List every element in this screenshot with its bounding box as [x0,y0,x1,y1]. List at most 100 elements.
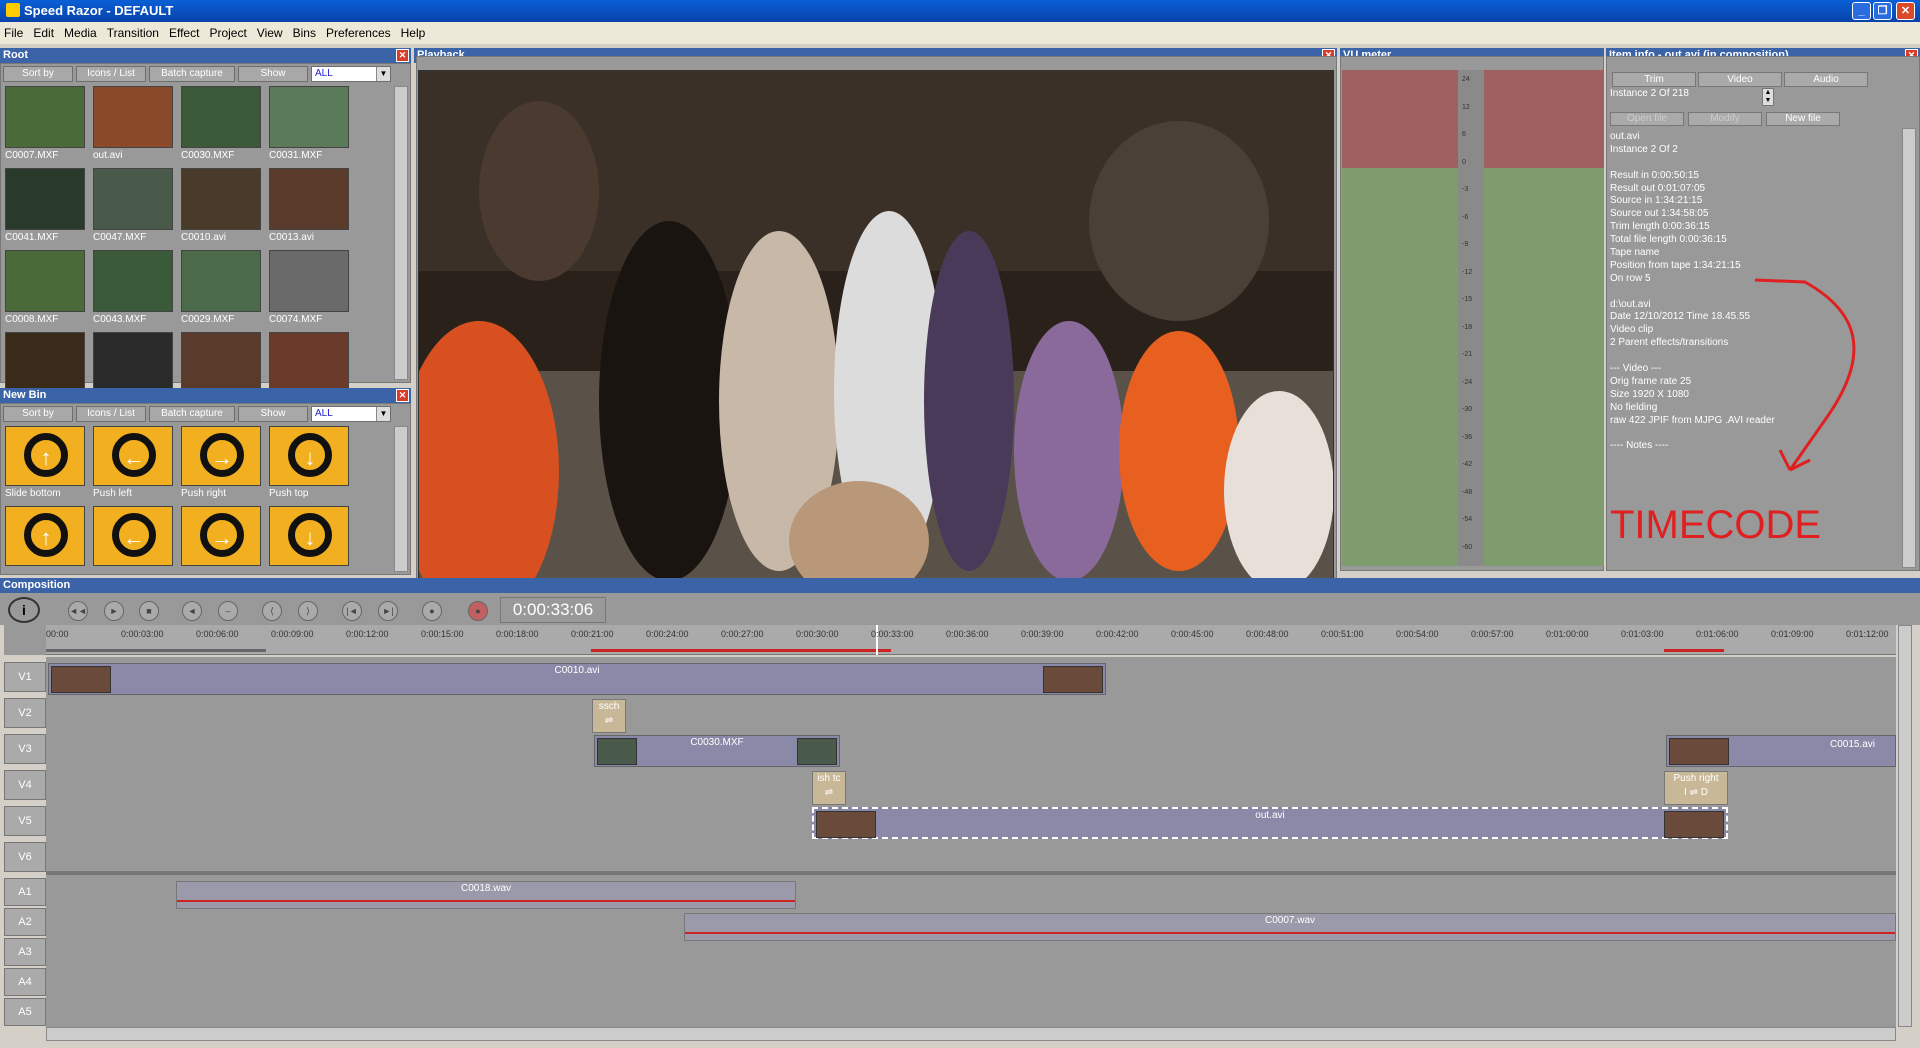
new-bin-scrollbar[interactable] [394,426,408,572]
rewind-icon[interactable]: ◄◄ [68,601,88,621]
transition-item[interactable]: ↑ Slide bottom [5,426,85,504]
bin-item[interactable]: C0029.MXF [181,250,261,330]
new-file-button[interactable]: New file [1766,112,1840,126]
transition-item[interactable]: → Push right [181,426,261,504]
menu-help[interactable]: Help [401,26,426,40]
open-file-button[interactable]: Open file [1610,112,1684,126]
newbin-icons-list-button[interactable]: Icons / List [76,406,146,422]
transition-item[interactable]: ← [93,506,173,584]
vu-tick: 12 [1462,103,1470,111]
new-bin-close-icon[interactable]: ✕ [396,389,409,402]
root-batch-capture-button[interactable]: Batch capture [149,66,235,82]
instance-spinner[interactable]: ▲ ▼ [1762,88,1774,106]
bin-item[interactable]: C0013.avi [269,168,349,248]
menu-media[interactable]: Media [64,26,97,40]
prev-frame-icon[interactable]: ◄ [182,601,202,621]
track-label-v4[interactable]: V4 [4,770,46,800]
transition-item[interactable]: ↓ Push top [269,426,349,504]
record-icon[interactable]: ● [468,601,488,621]
bin-item[interactable]: C0074.MXF [269,250,349,330]
bin-item[interactable]: C0010.avi [181,168,261,248]
go-end-icon[interactable]: ►| [378,601,398,621]
bin-item[interactable]: out.avi [93,86,173,166]
bin-item[interactable]: C0008.MXF [5,250,85,330]
bin-item[interactable]: C0030.MXF [181,86,261,166]
track-label-a4[interactable]: A4 [4,968,46,996]
close-button[interactable]: ✕ [1896,2,1915,20]
root-show-button[interactable]: Show [238,66,308,82]
menu-project[interactable]: Project [209,26,246,40]
transition-push-top[interactable]: ish tc ⇌ [812,771,846,805]
menu-preferences[interactable]: Preferences [326,26,391,40]
clip-c0030[interactable]: C0030.MXF [594,735,840,767]
info-line: Result out 0:01:07:05 [1610,182,1706,194]
play-icon[interactable]: ► [104,601,124,621]
ruler-tick-label: 0:00:15:00 [421,629,464,639]
clip-c0015[interactable]: C0015.avi [1666,735,1896,767]
stop-icon[interactable]: ■ [139,601,159,621]
transition-item[interactable]: ← Push left [93,426,173,504]
root-sort-button[interactable]: Sort by [3,66,73,82]
ruler-tick-label: 0:00:21:00 [571,629,614,639]
go-start-icon[interactable]: |◄ [342,601,362,621]
clip-c0010[interactable]: C0010.avi [48,663,1106,695]
bin-item[interactable]: C0043.MXF [93,250,173,330]
minimize-button[interactable]: _ [1852,2,1871,20]
menu-transition[interactable]: Transition [107,26,159,40]
restore-button[interactable]: ❐ [1873,2,1892,20]
step-back-icon[interactable]: – [218,601,238,621]
newbin-sort-button[interactable]: Sort by [3,406,73,422]
root-bin-close-icon[interactable]: ✕ [396,49,409,62]
newbin-batch-capture-button[interactable]: Batch capture [149,406,235,422]
timeline-ruler[interactable]: 00:00 0:00:03:00 0:00:06:00 0:00:09:00 0:00:… [46,625,1896,655]
tab-trim[interactable]: Trim [1612,72,1696,87]
track-label-v6[interactable]: V6 [4,842,46,872]
menu-view[interactable]: View [257,26,283,40]
timeline-hscrollbar[interactable] [46,1027,1896,1041]
mark-in-icon[interactable]: ⟨ [262,601,282,621]
clip-label: out.avi [1255,810,1285,821]
track-label-a3[interactable]: A3 [4,938,46,966]
item-info-scrollbar[interactable] [1902,128,1916,568]
root-filter-select[interactable]: ALL ▼ [311,66,391,82]
loop-icon[interactable]: ● [422,601,442,621]
menu-effect[interactable]: Effect [169,26,199,40]
transition-push-right[interactable]: Push right I ⇌ D [1664,771,1728,805]
ruler-tick-label: 0:00:09:00 [271,629,314,639]
root-bin-scrollbar[interactable] [394,86,408,380]
root-icons-list-button[interactable]: Icons / List [76,66,146,82]
tab-video[interactable]: Video [1698,72,1782,87]
ruler-tick-label: 00:00 [46,629,69,639]
transition-item[interactable]: → [181,506,261,584]
clip-out-avi[interactable]: out.avi [812,807,1728,839]
transition-item[interactable]: ↓ [269,506,349,584]
track-label-v1[interactable]: V1 [4,662,46,692]
track-label-a1[interactable]: A1 [4,878,46,906]
track-label-v2[interactable]: V2 [4,698,46,728]
ruler-tick-label: 0:00:18:00 [496,629,539,639]
transition-item[interactable]: ↑ [5,506,85,584]
menu-file[interactable]: File [4,26,23,40]
transition-ssch[interactable]: ssch ⇌ [592,699,626,733]
audio-clip-c0007[interactable]: C0007.wav [684,913,1896,941]
bin-item[interactable]: C0041.MXF [5,168,85,248]
composition-title: Composition [3,579,71,591]
tab-audio[interactable]: Audio [1784,72,1868,87]
bin-item[interactable]: C0031.MXF [269,86,349,166]
vu-tick: -18 [1462,323,1473,331]
modify-button[interactable]: Modify [1688,112,1762,126]
newbin-filter-select[interactable]: ALL ▼ [311,406,391,422]
mark-out-icon[interactable]: ⟩ [298,601,318,621]
menu-edit[interactable]: Edit [33,26,54,40]
track-label-a5[interactable]: A5 [4,998,46,1026]
track-label-v3[interactable]: V3 [4,734,46,764]
track-label-a2[interactable]: A2 [4,908,46,936]
transition-thumbnail: ← [93,506,173,566]
bin-item[interactable]: C0007.MXF [5,86,85,166]
timeline-scrollbar[interactable] [1898,625,1912,1027]
audio-clip-c0018[interactable]: C0018.wav [176,881,796,909]
track-label-v5[interactable]: V5 [4,806,46,836]
menu-bins[interactable]: Bins [293,26,316,40]
newbin-show-button[interactable]: Show [238,406,308,422]
bin-item[interactable]: C0047.MXF [93,168,173,248]
